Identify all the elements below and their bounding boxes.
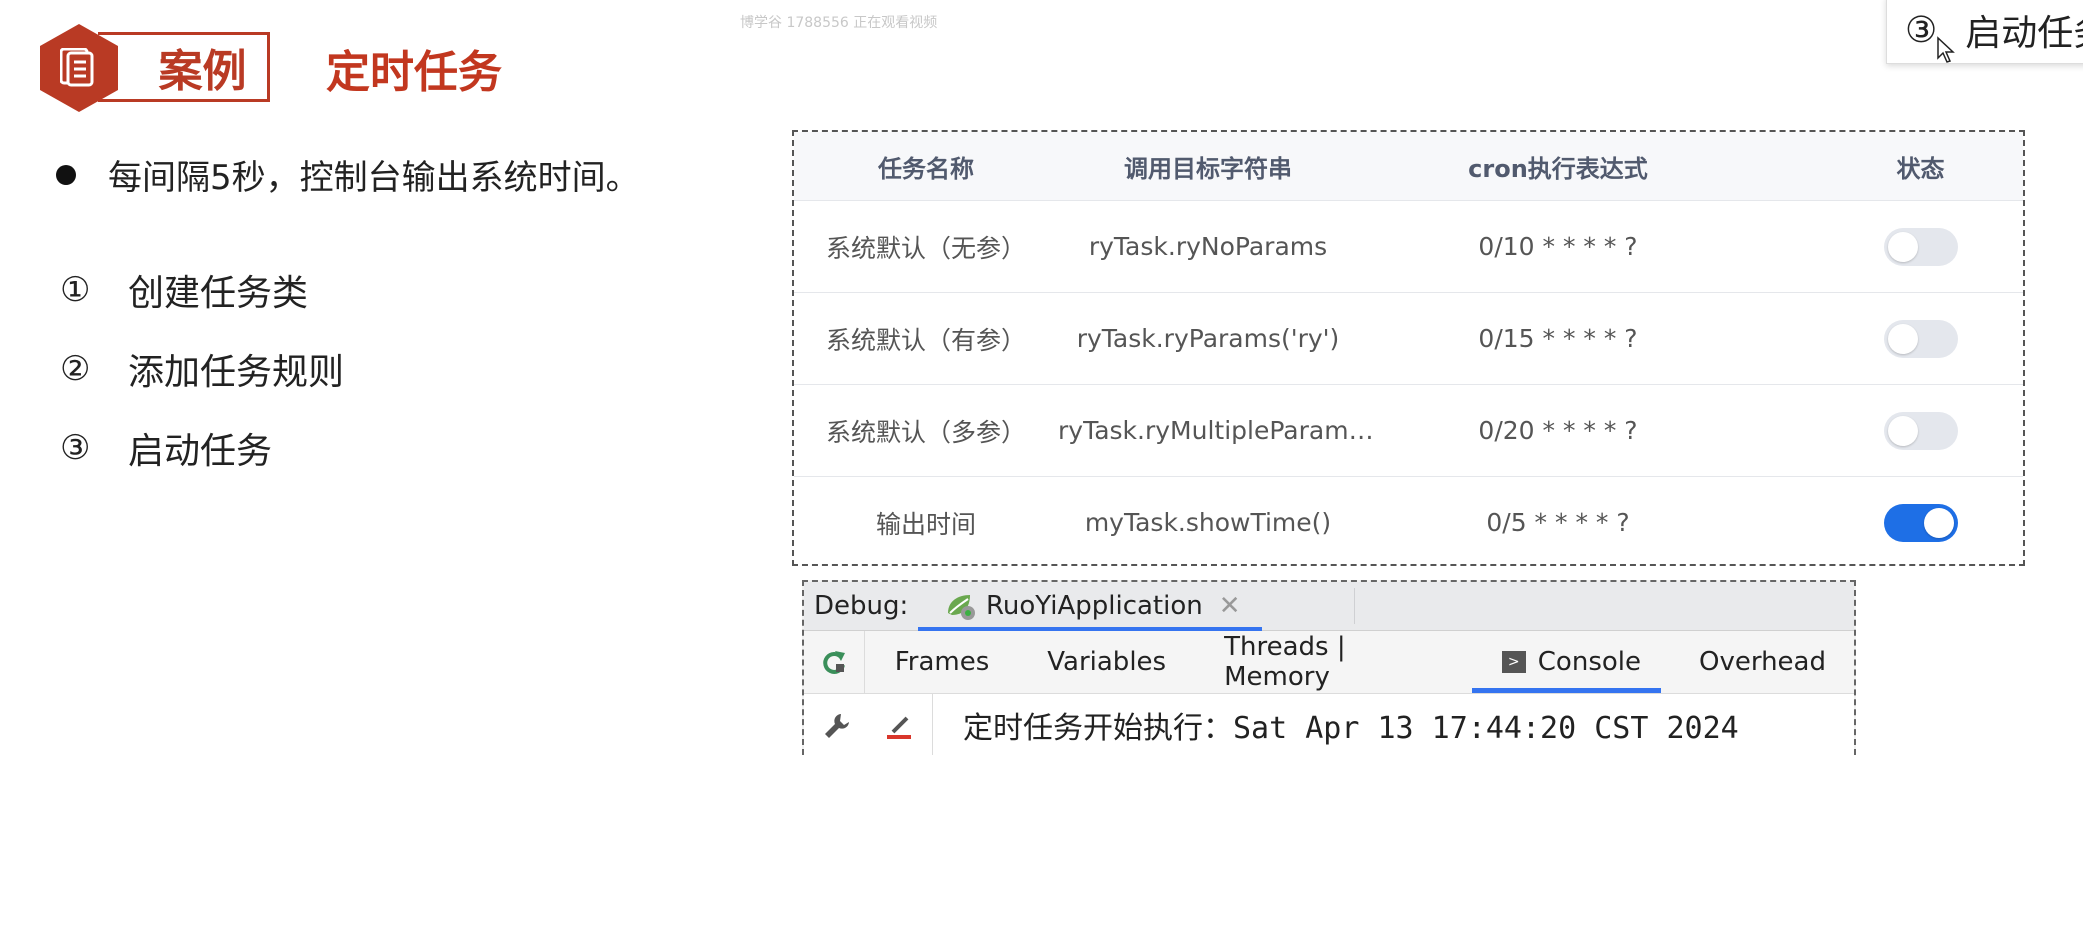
tab-overhead[interactable]: Overhead [1699, 631, 1826, 693]
toggle-knob [1923, 507, 1954, 538]
bullet-item: 每间隔5秒，控制台输出系统时间。 [56, 150, 640, 199]
table-row: 输出时间 myTask.showTime() 0/5 * * * * ? [794, 477, 2023, 568]
tab-console[interactable]: > Console [1471, 631, 1662, 693]
step-text: 启动任务 [128, 431, 273, 472]
status-toggle[interactable] [1883, 227, 1958, 266]
column-header-name: 任务名称 [878, 154, 974, 183]
case-label: 案例 [158, 46, 247, 97]
bullet-text: 每间隔5秒，控制台输出系统时间。 [108, 158, 640, 198]
task-cron: 0/20 * * * * ? [1478, 416, 1638, 445]
document-icon [60, 48, 94, 87]
status-toggle[interactable] [1883, 319, 1958, 358]
tab-console-label: Console [1537, 647, 1641, 677]
task-name: 系统默认（多参） [825, 417, 1026, 447]
step-1: ① 创建任务类 [60, 264, 308, 316]
table-header: 任务名称 调用目标字符串 cron执行表达式 状态 [794, 132, 2023, 201]
wrench-icon[interactable] [821, 710, 851, 740]
rerun-icon[interactable] [819, 647, 849, 677]
toggle-knob [1887, 415, 1918, 446]
column-header-status: 状态 [1896, 154, 1945, 183]
step-2: ② 添加任务规则 [60, 343, 344, 395]
run-config-name: RuoYiApplication [986, 591, 1203, 621]
watermark: 博学谷 1788556 正在观看视频 [740, 15, 938, 31]
console-output-row: 定时任务开始执行：Sat Apr 13 17:44:20 CST 2024 [804, 694, 1854, 755]
step-number: ③ [60, 428, 91, 468]
page-title: 定时任务 [326, 47, 502, 98]
debug-label: Debug: [814, 591, 909, 621]
clear-console-icon[interactable] [883, 710, 917, 740]
step-3: ③ 启动任务 [60, 422, 272, 474]
tab-frames[interactable]: Frames [895, 631, 990, 693]
spring-boot-icon [948, 595, 975, 620]
step-tooltip: ③ 启动任务 [1886, 0, 2083, 64]
step-number: ② [60, 349, 91, 389]
task-target: myTask.showTime() [1084, 508, 1332, 537]
step-number: ① [60, 270, 91, 310]
task-cron: 0/5 * * * * ? [1486, 508, 1630, 537]
table-row: 系统默认（多参） ryTask.ryMultipleParam… 0/20 * … [794, 385, 2023, 477]
step-text: 创建任务类 [128, 273, 309, 314]
task-name: 输出时间 [875, 509, 976, 539]
tooltip-text: 启动任务 [1965, 13, 2083, 54]
bullet-dot-icon [56, 164, 76, 185]
column-header-target: 调用目标字符串 [1124, 154, 1292, 183]
table-row: 系统默认（有参） ryTask.ryParams('ry') 0/15 * * … [794, 293, 2023, 385]
status-toggle[interactable] [1883, 503, 1958, 542]
debug-header: Debug: RuoYiApplication ✕ [804, 582, 1854, 632]
tab-threads-memory[interactable]: Threads | Memory [1224, 631, 1444, 693]
column-header-cron: cron执行表达式 [1468, 154, 1648, 183]
status-toggle[interactable] [1883, 411, 1958, 450]
console-icon: > [1501, 651, 1526, 673]
table-row: 系统默认（无参） ryTask.ryNoParams 0/10 * * * * … [794, 201, 2023, 293]
task-cron: 0/15 * * * * ? [1478, 324, 1638, 353]
task-target: ryTask.ryParams('ry') [1076, 324, 1340, 353]
run-config-tab[interactable]: RuoYiApplication ✕ [918, 582, 1262, 632]
task-name: 系统默认（无参） [825, 233, 1026, 263]
task-name: 系统默认（有参） [825, 325, 1026, 355]
task-target: ryTask.ryNoParams [1088, 232, 1328, 261]
task-cron: 0/10 * * * * ? [1478, 232, 1638, 261]
mouse-cursor-icon [1937, 36, 1955, 63]
task-target: ryTask.ryMultipleParam… [1058, 416, 1374, 445]
debug-tabs: Frames Variables Threads | Memory > Cons… [804, 631, 1854, 694]
task-table: 任务名称 调用目标字符串 cron执行表达式 状态 系统默认（无参） ryTas… [792, 130, 2025, 566]
toggle-knob [1887, 231, 1918, 262]
close-icon[interactable]: ✕ [1219, 591, 1241, 621]
tooltip-number: ③ [1905, 9, 1938, 51]
divider [1354, 588, 1355, 624]
console-output-text: 定时任务开始执行：Sat Apr 13 17:44:20 CST 2024 [963, 710, 1739, 746]
tab-variables[interactable]: Variables [1047, 631, 1166, 693]
case-label-box: 案例 [98, 32, 270, 102]
step-text: 添加任务规则 [128, 352, 345, 393]
debug-panel: Debug: RuoYiApplication ✕ Frames Variabl… [802, 580, 1856, 755]
toggle-knob [1887, 323, 1918, 354]
